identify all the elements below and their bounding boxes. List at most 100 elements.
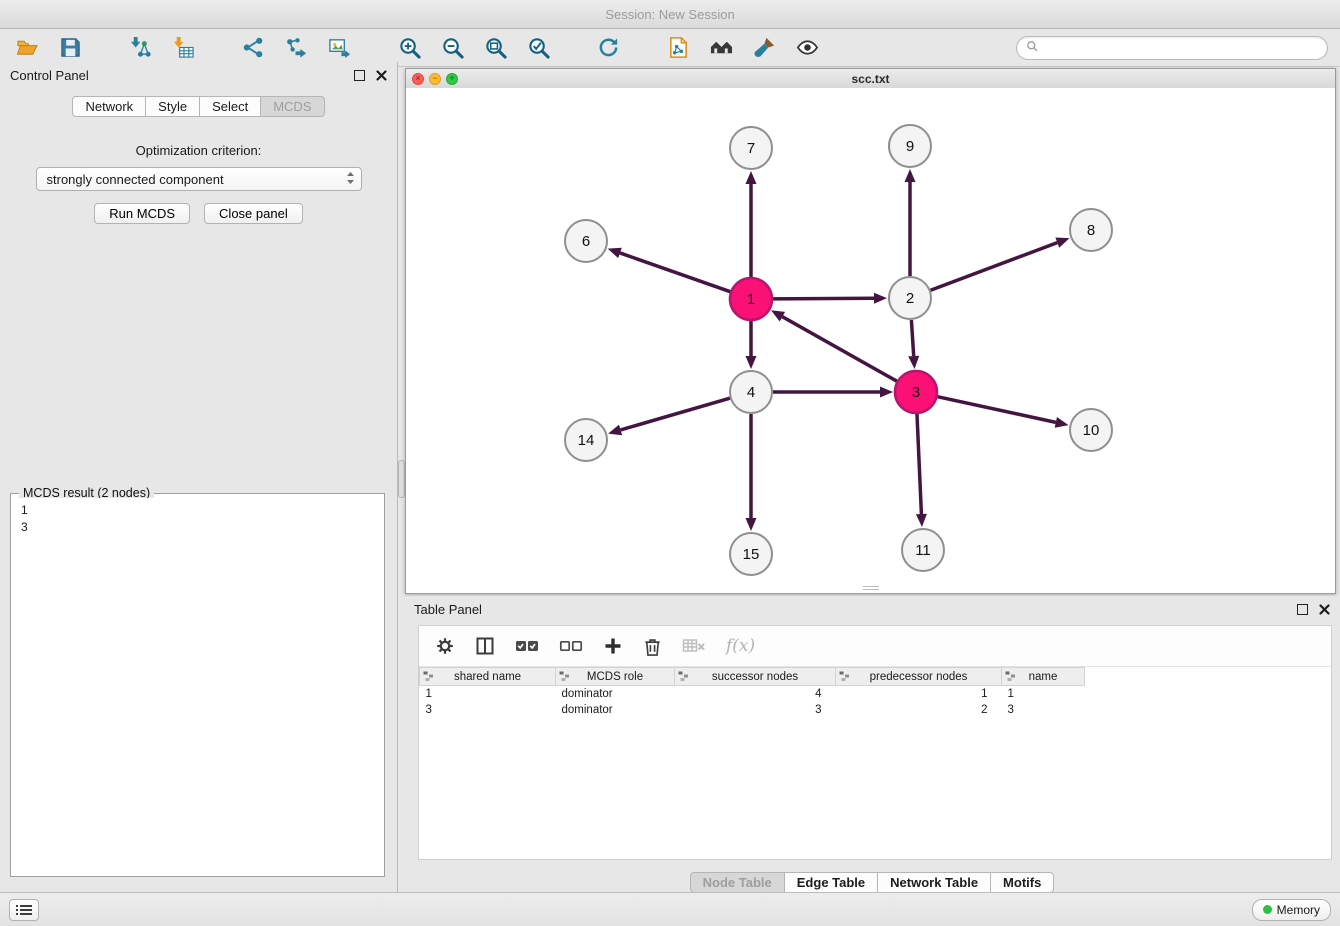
node-table: shared nameMCDS rolesuccessor nodesprede… <box>419 667 1085 718</box>
maximize-window-icon[interactable]: + <box>446 73 458 85</box>
criterion-dropdown[interactable]: strongly connected component <box>36 167 362 191</box>
table-row[interactable]: 1dominator411 <box>420 686 1085 703</box>
export-network-icon[interactable] <box>281 34 311 62</box>
zoom-in-icon[interactable] <box>394 34 424 62</box>
export-image-icon[interactable] <box>324 34 354 62</box>
column-header[interactable]: MCDS role <box>556 668 675 686</box>
column-header[interactable]: predecessor nodes <box>836 668 1002 686</box>
apply-style-icon[interactable] <box>749 34 779 62</box>
search-box[interactable] <box>1016 36 1328 60</box>
node-9[interactable]: 9 <box>889 125 931 167</box>
node-3[interactable]: 3 <box>895 371 937 413</box>
edge-2-3[interactable] <box>911 320 913 356</box>
node-label: 9 <box>906 138 914 155</box>
import-table-icon[interactable] <box>168 34 198 62</box>
tab-edge-table[interactable]: Edge Table <box>784 872 878 893</box>
edge-4-14[interactable] <box>621 398 730 430</box>
edge-1-2[interactable] <box>773 298 874 299</box>
node-label: 2 <box>906 290 914 307</box>
result-line: 1 <box>21 502 374 519</box>
refresh-icon[interactable] <box>593 34 623 62</box>
tab-select[interactable]: Select <box>199 96 261 117</box>
sort-icon <box>1005 671 1016 685</box>
app-window: Session: New Session Control Panel <box>0 0 1340 926</box>
add-column-icon[interactable] <box>603 636 623 656</box>
column-header[interactable]: name <box>1002 668 1085 686</box>
close-table-panel-icon[interactable] <box>1319 604 1330 615</box>
tab-motifs[interactable]: Motifs <box>990 872 1054 893</box>
tab-style[interactable]: Style <box>145 96 200 117</box>
open-session-icon[interactable] <box>12 34 42 62</box>
node-label: 15 <box>743 546 760 563</box>
memory-button[interactable]: Memory <box>1252 899 1331 921</box>
node-10[interactable]: 10 <box>1070 409 1112 451</box>
memory-label: Memory <box>1277 903 1320 917</box>
table-cell: 1 <box>836 686 1002 703</box>
node-14[interactable]: 14 <box>565 419 607 461</box>
tab-network-table[interactable]: Network Table <box>877 872 991 893</box>
unselect-all-columns-icon[interactable] <box>559 636 583 656</box>
zoom-selected-icon[interactable] <box>523 34 553 62</box>
delete-column-icon[interactable] <box>643 636 662 657</box>
save-session-icon[interactable] <box>55 34 85 62</box>
run-mcds-button[interactable]: Run MCDS <box>94 203 190 224</box>
delete-table-icon[interactable] <box>682 636 706 656</box>
table-cell: 4 <box>675 686 836 703</box>
sort-icon <box>423 671 434 685</box>
node-1[interactable]: 1 <box>730 278 772 320</box>
edge-3-1[interactable] <box>782 317 896 382</box>
task-history-button[interactable] <box>9 899 39 921</box>
arrowhead-1-6 <box>608 248 622 258</box>
node-4[interactable]: 4 <box>730 371 772 413</box>
node-6[interactable]: 6 <box>565 220 607 262</box>
table-row[interactable]: 3dominator323 <box>420 702 1085 718</box>
table-panel-header: Table Panel <box>404 596 1340 622</box>
node-8[interactable]: 8 <box>1070 209 1112 251</box>
import-network-icon[interactable] <box>125 34 155 62</box>
node-2[interactable]: 2 <box>889 277 931 319</box>
network-canvas[interactable]: 7 9 6 8 1 2 4 3 14 10 15 11 <box>406 88 1335 593</box>
edge-1-6[interactable] <box>620 253 730 292</box>
zoom-out-icon[interactable] <box>437 34 467 62</box>
column-header[interactable]: successor nodes <box>675 668 836 686</box>
function-builder-icon[interactable]: f(x) <box>726 636 755 656</box>
home-layout-icon[interactable] <box>706 34 736 62</box>
tab-node-table[interactable]: Node Table <box>690 872 785 893</box>
float-panel-icon[interactable] <box>354 70 365 81</box>
criterion-dropdown-value: strongly connected component <box>47 172 346 187</box>
node-15[interactable]: 15 <box>730 533 772 575</box>
edge-2-8[interactable] <box>931 243 1058 291</box>
node-label: 7 <box>747 140 755 157</box>
column-header[interactable]: shared name <box>420 668 556 686</box>
node-label: 8 <box>1087 222 1095 239</box>
minimize-window-icon[interactable]: − <box>429 73 441 85</box>
tab-mcds[interactable]: MCDS <box>260 96 324 117</box>
share-network-icon[interactable] <box>238 34 268 62</box>
control-panel-header: Control Panel <box>0 62 397 88</box>
node-11[interactable]: 11 <box>902 529 944 571</box>
network-graph[interactable]: 7 9 6 8 1 2 4 3 14 10 15 11 <box>406 88 1333 591</box>
window-title: Session: New Session <box>605 7 734 22</box>
gear-icon[interactable] <box>435 636 455 656</box>
show-hide-eye-icon[interactable] <box>792 34 822 62</box>
canvas-resize-grip[interactable] <box>863 586 879 591</box>
edge-3-11[interactable] <box>917 414 921 514</box>
annotation-document-icon[interactable] <box>663 34 693 62</box>
network-window-titlebar[interactable]: scc.txt × − + <box>406 69 1335 89</box>
tab-network[interactable]: Network <box>72 96 146 117</box>
close-panel-icon[interactable] <box>376 70 387 81</box>
column-view-icon[interactable] <box>475 636 495 656</box>
select-all-columns-icon[interactable] <box>515 636 539 656</box>
float-table-panel-icon[interactable] <box>1297 604 1308 615</box>
zoom-fit-icon[interactable] <box>480 34 510 62</box>
sort-icon <box>559 671 570 685</box>
search-input[interactable] <box>1045 40 1318 56</box>
edge-3-10[interactable] <box>937 397 1055 423</box>
node-7[interactable]: 7 <box>730 127 772 169</box>
sort-icon <box>678 671 689 685</box>
arrowhead-2-8 <box>1055 238 1069 248</box>
close-window-icon[interactable]: × <box>412 73 424 85</box>
close-panel-button[interactable]: Close panel <box>204 203 303 224</box>
control-panel-tabs: NetworkStyleSelectMCDS <box>0 96 397 117</box>
splitter-grip[interactable] <box>398 460 405 498</box>
